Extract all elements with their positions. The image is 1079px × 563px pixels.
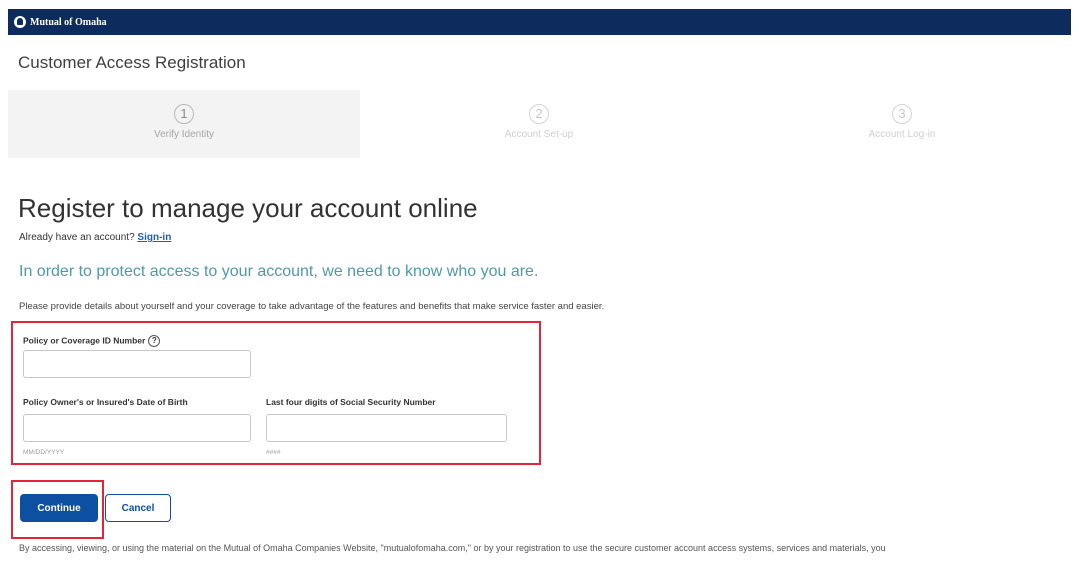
intro-text: Please provide details about yourself an… xyxy=(19,301,605,312)
step-label-1: Verify Identity xyxy=(153,129,215,140)
app-title: Customer Access Registration xyxy=(18,53,246,72)
step-number-2: 2 xyxy=(529,104,549,124)
logo-text: Mutual of Omaha xyxy=(30,16,107,28)
logo-seal-icon xyxy=(14,16,26,28)
step-label-3: Account Log-in xyxy=(868,129,936,140)
ssn-last-four-input[interactable] xyxy=(266,414,507,442)
ssn-label: Last four digits of Social Security Numb… xyxy=(266,397,436,407)
policy-id-label-text: Policy or Coverage ID Number xyxy=(23,335,146,346)
dob-format-hint: MM/DD/YYYY xyxy=(23,449,65,456)
step-account-setup: 2 Account Set-up xyxy=(469,104,609,140)
policy-id-input[interactable] xyxy=(23,350,251,378)
cancel-button[interactable]: Cancel xyxy=(105,494,171,522)
signin-link[interactable]: Sign-in xyxy=(137,232,171,243)
step-number-1: 1 xyxy=(174,104,194,124)
step-label-2: Account Set-up xyxy=(504,129,574,140)
step-number-3: 3 xyxy=(892,104,912,124)
legal-disclaimer: By accessing, viewing, or using the mate… xyxy=(19,543,886,553)
dob-input[interactable] xyxy=(23,414,251,442)
signin-prompt: Already have an account? Sign-in xyxy=(19,232,171,243)
top-header-bar: Mutual of Omaha xyxy=(8,9,1071,35)
step-verify-identity: 1 Verify Identity xyxy=(114,104,254,140)
page-heading: Register to manage your account online xyxy=(18,193,478,223)
registration-stepper: 1 Verify Identity 2 Account Set-up 3 Acc… xyxy=(8,90,1071,160)
identity-form-highlight: Policy or Coverage ID Number? Policy Own… xyxy=(11,321,541,465)
dob-label: Policy Owner's or Insured's Date of Birt… xyxy=(23,397,188,407)
policy-id-label: Policy or Coverage ID Number? xyxy=(23,335,161,347)
brand-logo[interactable]: Mutual of Omaha xyxy=(14,15,107,29)
continue-button[interactable]: Continue xyxy=(20,494,98,522)
signin-prompt-text: Already have an account? xyxy=(19,232,135,243)
help-icon[interactable]: ? xyxy=(148,335,161,347)
step-account-login: 3 Account Log-in xyxy=(832,104,972,140)
ssn-format-hint: #### xyxy=(266,449,281,456)
identity-subheading: In order to protect access to your accou… xyxy=(19,263,539,280)
